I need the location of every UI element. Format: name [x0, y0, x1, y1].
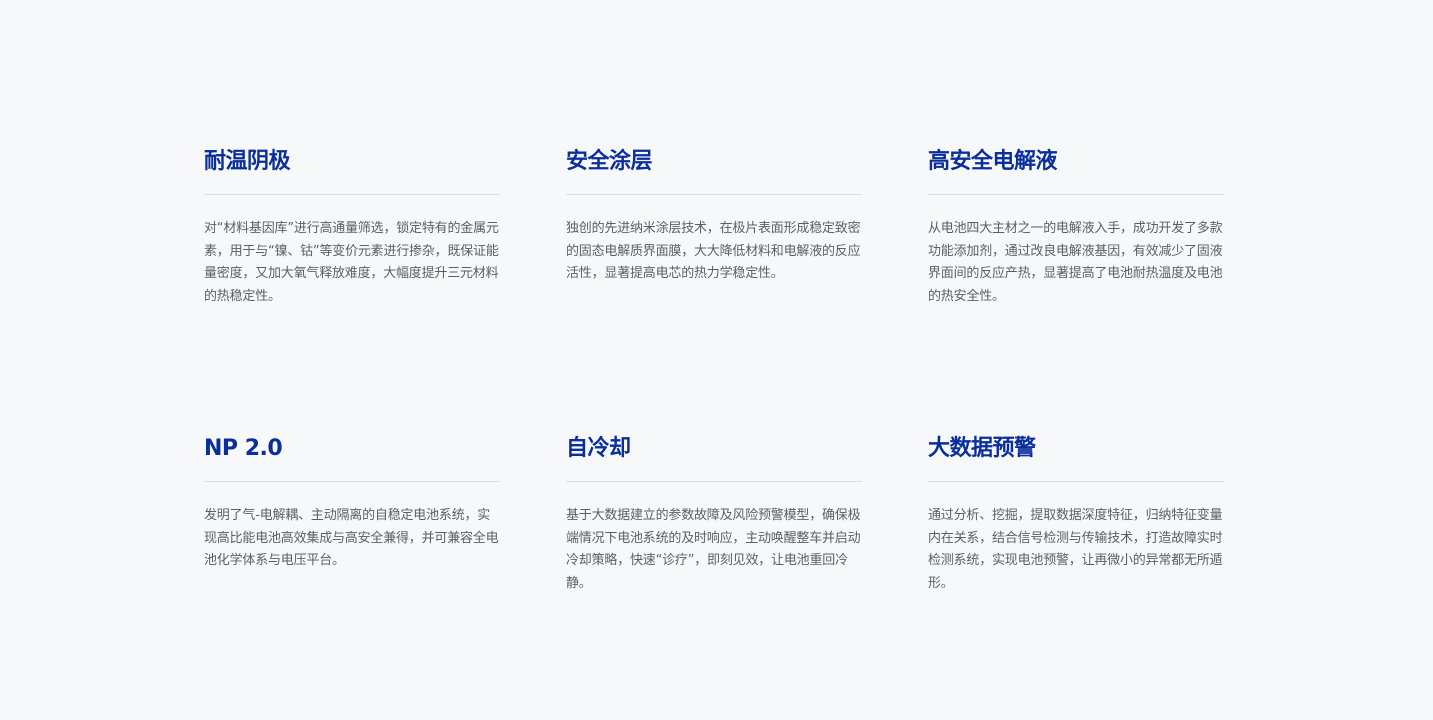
feature-description: 对“材料基因库”进行高通量筛选，锁定特有的金属元素，用于与“镍、钴”等变价元素进… [204, 221, 499, 304]
feature-divider [204, 481, 500, 482]
feature-title: 大数据预警 [928, 436, 1036, 461]
feature-card-high-safety-electrolyte: 高安全电解液 从电池四大主材之一的电解液入手，成功开发了多款功能添加剂，通过改良… [928, 146, 1224, 433]
feature-divider [928, 194, 1224, 195]
feature-title: NP 2.0 [204, 436, 283, 461]
feature-title: 自冷却 [566, 436, 631, 461]
feature-card-safety-coating: 安全涂层 独创的先进纳米涂层技术，在极片表面形成稳定致密的固态电解质界面膜，大大… [566, 146, 862, 433]
feature-description: 从电池四大主材之一的电解液入手，成功开发了多款功能添加剂，通过改良电解液基因，有… [928, 221, 1223, 304]
feature-divider [204, 194, 500, 195]
feature-title: 高安全电解液 [928, 149, 1058, 174]
feature-description: 基于大数据建立的参数故障及风险预警模型，确保极端情况下电池系统的及时响应，主动唤… [566, 508, 861, 591]
feature-description: 通过分析、挖掘，提取数据深度特征，归纳特征变量内在关系，结合信号检测与传输技术，… [928, 508, 1223, 591]
feature-description: 独创的先进纳米涂层技术，在极片表面形成稳定致密的固态电解质界面膜，大大降低材料和… [566, 221, 861, 282]
feature-card-np-2: NP 2.0 发明了气-电解耦、主动隔离的自稳定电池系统，实现高比能电池高效集成… [204, 433, 500, 720]
feature-description: 发明了气-电解耦、主动隔离的自稳定电池系统，实现高比能电池高效集成与高安全兼得，… [204, 508, 499, 569]
feature-grid: 耐温阴极 对“材料基因库”进行高通量筛选，锁定特有的金属元素，用于与“镍、钴”等… [204, 146, 1224, 720]
feature-divider [566, 481, 862, 482]
feature-card-big-data-warning: 大数据预警 通过分析、挖掘，提取数据深度特征，归纳特征变量内在关系，结合信号检测… [928, 433, 1224, 720]
feature-card-heat-resistant-cathode: 耐温阴极 对“材料基因库”进行高通量筛选，锁定特有的金属元素，用于与“镍、钴”等… [204, 146, 500, 433]
feature-title: 耐温阴极 [204, 149, 291, 174]
feature-title: 安全涂层 [566, 149, 653, 174]
feature-card-self-cooling: 自冷却 基于大数据建立的参数故障及风险预警模型，确保极端情况下电池系统的及时响应… [566, 433, 862, 720]
feature-divider [566, 194, 862, 195]
feature-divider [928, 481, 1224, 482]
